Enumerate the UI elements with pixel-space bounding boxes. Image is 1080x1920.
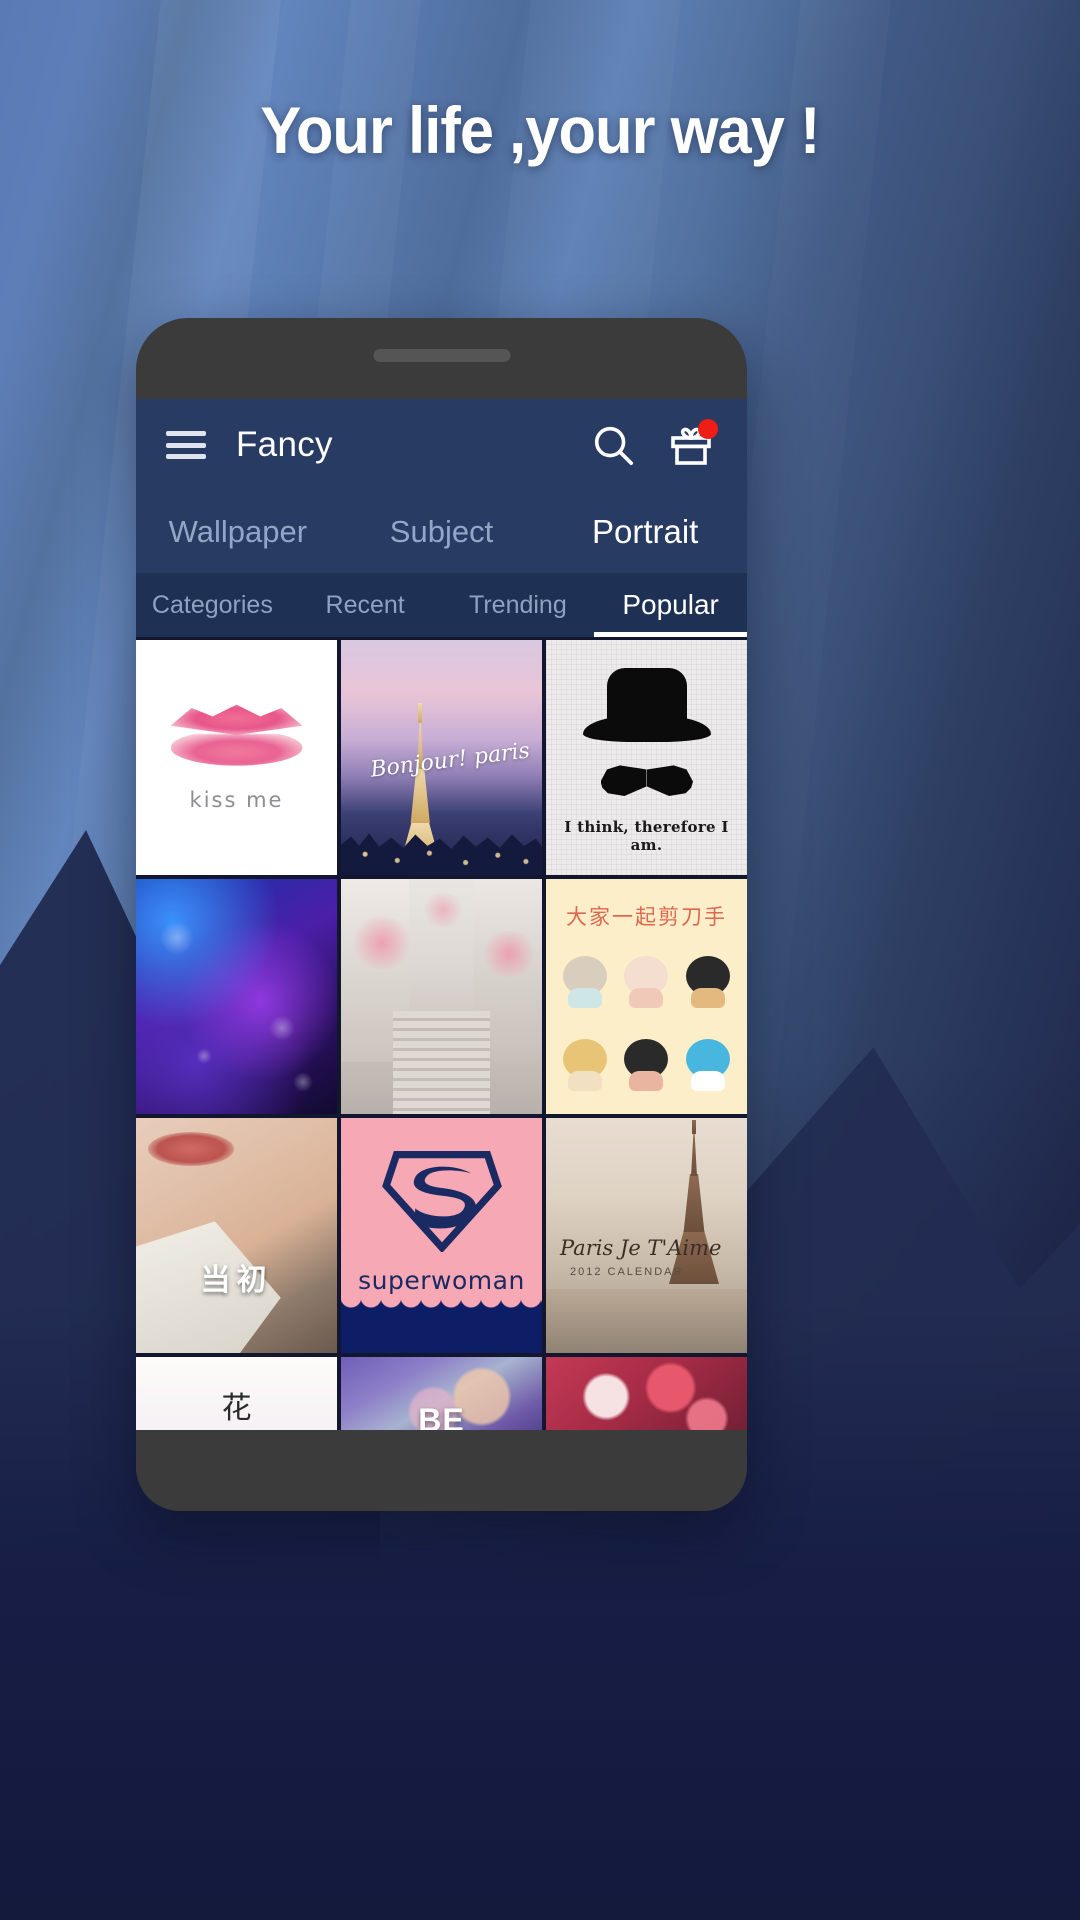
tile-caption: superwoman [358, 1266, 525, 1295]
subtab-categories[interactable]: Categories [136, 573, 289, 637]
tile-caption: Paris Je T'Aime [560, 1236, 722, 1260]
tile-caption: kiss me [189, 788, 284, 812]
tab-portrait[interactable]: Portrait [543, 513, 747, 551]
grid-tile-be-floral[interactable]: BE [341, 1357, 542, 1430]
secondary-tab-bar: Categories Recent Trending Popular [136, 573, 747, 637]
mustache-icon [601, 764, 693, 798]
grid-tile-street-blossom[interactable] [341, 879, 542, 1114]
grid-tile-cartoon-friends[interactable]: 大家一起剪刀手 [546, 879, 747, 1114]
grid-tile-bokeh-gradient[interactable] [136, 879, 337, 1114]
phone-bottom-bezel [136, 1430, 747, 1511]
page-title: Your life ,your way ! [260, 93, 820, 167]
tile-subcaption: 2012 CALENDAR [570, 1266, 684, 1278]
tile-caption: Bonjour! paris [368, 738, 531, 783]
subtab-popular[interactable]: Popular [594, 573, 747, 637]
tile-caption: I think, therefore I am. [564, 818, 729, 854]
bowler-hat-icon [582, 668, 711, 742]
grid-tile-hua-ink[interactable]: 花 [136, 1357, 337, 1430]
primary-tab-bar: Wallpaper Subject Portrait [136, 491, 747, 573]
grid-tile-paris-calendar[interactable]: Paris Je T'Aime 2012 CALENDAR [546, 1118, 747, 1353]
search-icon[interactable] [581, 413, 645, 477]
tab-subject[interactable]: Subject [340, 514, 544, 550]
subtab-recent[interactable]: Recent [289, 573, 442, 637]
eiffel-tower-icon [667, 1120, 721, 1284]
tab-wallpaper[interactable]: Wallpaper [136, 514, 340, 550]
app-bar: Fancy [136, 399, 747, 491]
grid-tile-roses[interactable] [546, 1357, 747, 1430]
phone-speaker [373, 349, 510, 362]
cartoon-characters [556, 941, 737, 1104]
wallpaper-grid: kiss me Bonjour! paris I think, therefor… [136, 637, 747, 1430]
phone-screen: Fancy Wallpaper Subject Portrait Categor… [136, 399, 747, 1430]
notification-badge [698, 419, 718, 439]
grid-tile-kiss-me[interactable]: kiss me [136, 640, 337, 875]
gift-icon[interactable] [659, 413, 723, 477]
grid-tile-bonjour-paris[interactable]: Bonjour! paris [341, 640, 542, 875]
tile-caption: 大家一起剪刀手 [566, 905, 727, 929]
hamburger-menu-icon[interactable] [166, 431, 206, 459]
grid-tile-superwoman[interactable]: superwoman [341, 1118, 542, 1353]
super-shield-icon [380, 1140, 504, 1254]
subtab-trending[interactable]: Trending [442, 573, 595, 637]
grid-tile-hat-mustache[interactable]: I think, therefore I am. [546, 640, 747, 875]
tile-caption: BE [418, 1402, 465, 1430]
lips-icon [170, 702, 303, 770]
lips-detail [148, 1132, 235, 1167]
phone-mockup: Fancy Wallpaper Subject Portrait Categor… [136, 318, 747, 1511]
tile-caption: 花 [221, 1391, 252, 1426]
grid-tile-portrait-neck[interactable]: 当初 [136, 1118, 337, 1353]
tile-caption: 当初 [200, 1264, 273, 1297]
app-title: Fancy [236, 425, 333, 464]
